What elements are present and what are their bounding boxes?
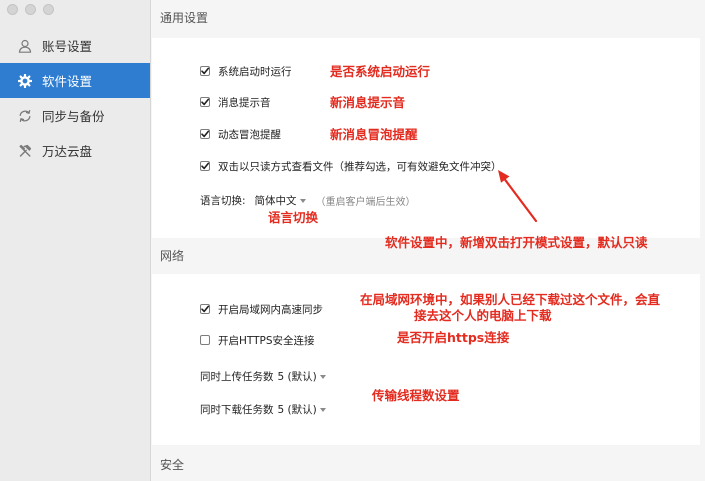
sidebar-item-label: 软件设置 [42, 74, 93, 89]
security-section-header [151, 445, 705, 481]
upload-tasks-value: 5 (默认) [277, 370, 317, 383]
download-tasks-select[interactable]: 5 (默认) [278, 402, 326, 417]
annotation-lan-line2: 接去这个人的电脑上下载 [414, 308, 552, 323]
annotation-threads: 传输线程数设置 [372, 388, 460, 403]
sidebar-item-account[interactable]: 账号设置 [0, 28, 150, 63]
option-lan-sync[interactable]: 开启局域网内高速同步 [200, 301, 323, 317]
language-restart-note: （重启客户端后生效） [315, 196, 416, 208]
readonly-doubleclick-checkbox[interactable] [200, 161, 210, 171]
option-message-sound[interactable]: 消息提示音 [200, 94, 271, 110]
download-tasks-value: 5 (默认) [277, 403, 317, 416]
annotation-language: 语言切换 [268, 210, 319, 225]
upload-tasks-select[interactable]: 5 (默认) [278, 369, 326, 384]
language-select-value: 简体中文 [254, 194, 297, 207]
option-https[interactable]: 开启HTTPS安全连接 [200, 332, 315, 348]
sidebar-item-software[interactable]: 软件设置 [0, 63, 150, 98]
window-zoom-button[interactable] [43, 4, 54, 15]
window-close-button[interactable] [7, 4, 18, 15]
annotation-https: 是否开启https连接 [397, 330, 510, 345]
sidebar-item-label: 账号设置 [42, 39, 93, 54]
launch-at-startup-label: 系统启动时运行 [218, 65, 292, 78]
annotation-startup: 是否系统启动运行 [330, 64, 431, 79]
language-label: 语言切换: [200, 194, 246, 207]
option-bubble-alert[interactable]: 动态冒泡提醒 [200, 126, 281, 142]
language-select[interactable]: 简体中文 [255, 193, 306, 208]
chevron-down-icon [319, 374, 326, 379]
https-checkbox[interactable] [200, 335, 210, 345]
upload-tasks-row: 同时上传任务数 5 (默认) [200, 368, 326, 384]
window-minimize-button[interactable] [25, 4, 36, 15]
annotation-sound: 新消息提示音 [330, 95, 406, 110]
option-readonly-doubleclick[interactable]: 双击以只读方式查看文件（推荐勾选，可有效避免文件冲突） [200, 158, 502, 174]
language-row: 语言切换: 简体中文 （重启客户端后生效） [200, 192, 416, 208]
sidebar-item-label: 同步与备份 [42, 109, 105, 124]
general-section-header [151, 0, 705, 38]
bubble-alert-label: 动态冒泡提醒 [218, 128, 281, 141]
option-launch-at-startup[interactable]: 系统启动时运行 [200, 63, 292, 79]
chevron-down-icon [299, 198, 306, 203]
tools-icon [17, 143, 32, 158]
lan-sync-checkbox[interactable] [200, 304, 210, 314]
sidebar: 账号设置 软件设置 同步与备份 万达云盘 [0, 0, 151, 481]
message-sound-label: 消息提示音 [218, 96, 271, 109]
annotation-readonly-feature: 软件设置中，新增双击打开模式设置，默认只读 [385, 235, 648, 250]
security-section-title: 安全 [160, 458, 185, 472]
general-section-title: 通用设置 [160, 11, 209, 25]
lan-sync-label: 开启局域网内高速同步 [218, 303, 323, 316]
sidebar-item-wanda-cloud[interactable]: 万达云盘 [0, 133, 150, 168]
person-icon [17, 38, 32, 53]
bubble-alert-checkbox[interactable] [200, 129, 210, 139]
readonly-doubleclick-label: 双击以只读方式查看文件（推荐勾选，可有效避免文件冲突） [218, 160, 502, 173]
sidebar-item-label: 万达云盘 [42, 144, 93, 159]
sidebar-item-sync-backup[interactable]: 同步与备份 [0, 98, 150, 133]
upload-tasks-label: 同时上传任务数 [200, 370, 274, 383]
annotation-lan-line1: 在局域网环境中，如果别人已经下载过这个文件，会直 [360, 292, 661, 307]
network-section-title: 网络 [160, 249, 185, 263]
download-tasks-row: 同时下载任务数 5 (默认) [200, 401, 326, 417]
https-label: 开启HTTPS安全连接 [218, 334, 315, 347]
message-sound-checkbox[interactable] [200, 97, 210, 107]
sync-icon [17, 108, 32, 123]
chevron-down-icon [319, 407, 326, 412]
gear-icon [17, 73, 32, 88]
launch-at-startup-checkbox[interactable] [200, 66, 210, 76]
annotation-bubble: 新消息冒泡提醒 [330, 127, 418, 142]
download-tasks-label: 同时下载任务数 [200, 403, 274, 416]
